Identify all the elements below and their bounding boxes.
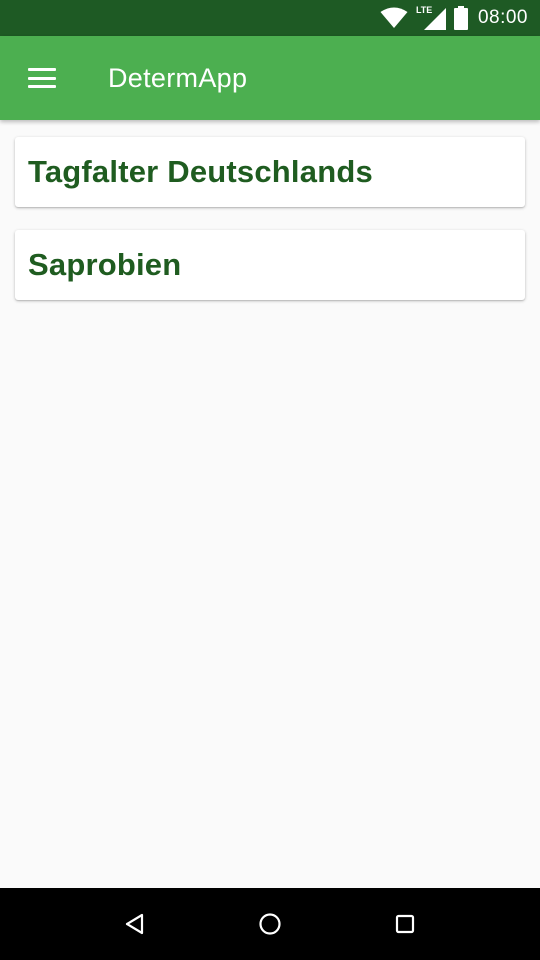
battery-icon <box>453 6 468 30</box>
card-title: Tagfalter Deutschlands <box>28 154 373 189</box>
card-title: Saprobien <box>28 247 182 282</box>
recents-button[interactable] <box>338 888 473 960</box>
app-title: DetermApp <box>108 62 248 93</box>
recents-icon <box>395 914 415 934</box>
key-list: Tagfalter Deutschlands Saprobien <box>0 120 540 888</box>
navigation-drawer-button[interactable] <box>0 36 84 120</box>
clock-time: 08:00 <box>477 7 528 28</box>
home-icon <box>259 913 281 935</box>
back-button[interactable] <box>68 888 203 960</box>
card-tagfalter-deutschlands[interactable]: Tagfalter Deutschlands <box>15 137 525 207</box>
back-icon <box>125 913 144 935</box>
card-saprobien[interactable]: Saprobien <box>15 230 525 300</box>
hamburger-menu-icon <box>28 68 56 88</box>
home-button[interactable] <box>203 888 338 960</box>
system-navigation-bar <box>0 888 540 960</box>
cell-signal-icon: LTE <box>416 6 446 30</box>
app-toolbar: DetermApp <box>0 36 540 120</box>
status-bar: LTE 08:00 <box>0 0 540 36</box>
wifi-icon <box>380 7 408 29</box>
